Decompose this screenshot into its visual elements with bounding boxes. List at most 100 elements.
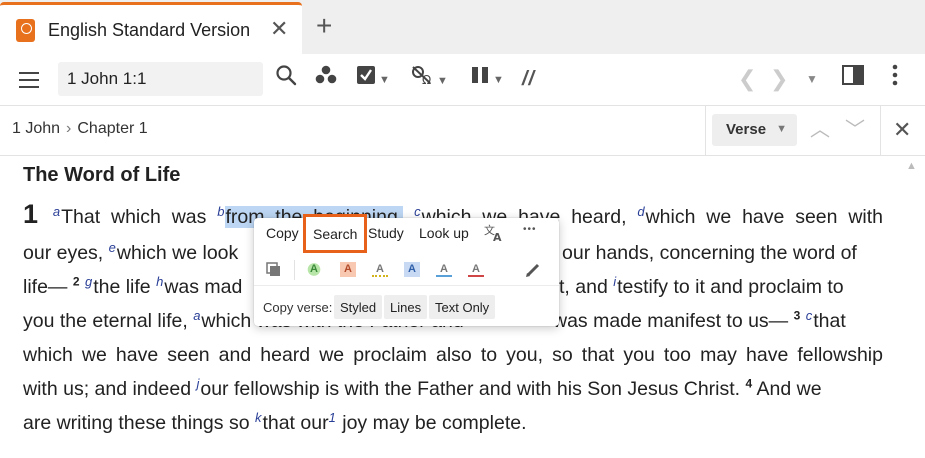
verse-text: joy may be complete. [336, 412, 527, 434]
verse-text: was mad [164, 276, 243, 298]
chevron-down-icon: ▼ [776, 123, 787, 135]
previous-verse-icon[interactable]: ︿ [810, 116, 830, 144]
svg-text:Ω: Ω [422, 73, 431, 86]
footnote-marker[interactable]: a [193, 308, 200, 323]
study-button[interactable]: Study [368, 225, 404, 241]
footnote-marker[interactable]: a [53, 204, 60, 219]
search-button[interactable]: Search [303, 214, 367, 253]
verse-number: 2 [72, 274, 80, 289]
underline-blue-icon[interactable]: A [436, 262, 452, 277]
interlinear-icon[interactable]: Ω ▼ [410, 64, 448, 94]
verse-text: that our [262, 412, 329, 434]
verse-text: our eyes, [23, 242, 109, 264]
menu-icon[interactable] [19, 72, 39, 88]
footnote-marker[interactable]: c [806, 308, 813, 323]
footnote-marker[interactable]: h [156, 274, 163, 289]
tab-title: English Standard Version [48, 20, 251, 40]
verse-text: was made manifest to us— [553, 310, 794, 332]
section-heading: The Word of Life [23, 164, 181, 186]
tab-strip: English Standard Version ✕ + [0, 0, 925, 54]
copy-button[interactable]: Copy [266, 225, 299, 241]
footnote-marker[interactable]: 1 [329, 410, 336, 425]
forward-arrow-icon[interactable]: ❯ [770, 64, 788, 94]
toolbar: ▼ Ω▼ ▼ // ❮ ❯ ▼ [0, 54, 925, 106]
text-line: are writing these things so kthat our1 j… [23, 408, 883, 438]
verse-text: are writing these things so [23, 412, 255, 434]
search-icon[interactable] [275, 64, 297, 94]
text-line: which we have seen and heard we proclaim… [23, 340, 883, 370]
breadcrumb-separator: › [66, 120, 72, 137]
verse-number: 3 [793, 308, 801, 323]
verse-dropdown[interactable]: Verse ▼ [712, 114, 797, 146]
verse-dropdown-label: Verse [726, 121, 767, 138]
breadcrumb-book[interactable]: 1 John [12, 120, 60, 137]
verse-text: you the eternal life, [23, 310, 194, 332]
verse-text: testify to it and proclaim to [617, 276, 844, 298]
location-bar: 1 John › Chapter 1 Verse ▼ ︿ ﹀ ✕ [0, 106, 925, 156]
verse-text: our fellowship is with the Father and wi… [200, 378, 746, 400]
related-resources-icon[interactable] [314, 64, 338, 94]
close-panel-icon[interactable]: ✕ [893, 117, 911, 143]
reference-input[interactable] [58, 62, 263, 96]
divider [880, 106, 881, 156]
esv-logo-icon [16, 19, 35, 42]
scroll-up-icon[interactable]: ▲ [906, 160, 917, 172]
verse-text: our hands, concerning the word of [562, 242, 857, 264]
copy-verse-label: Copy verse: [263, 300, 333, 315]
tab-english-standard-version[interactable]: English Standard Version ✕ [0, 2, 302, 54]
breadcrumb-chapter[interactable]: Chapter 1 [77, 120, 147, 137]
svg-text:A: A [493, 231, 502, 242]
footnote-marker[interactable]: i [613, 274, 616, 289]
footnote-marker[interactable]: e [109, 240, 116, 255]
breadcrumb: 1 John › Chapter 1 [12, 120, 148, 138]
copy-icon[interactable] [266, 262, 282, 277]
back-arrow-icon[interactable]: ❮ [738, 64, 756, 94]
highlight-tools: A A A A A A [254, 254, 559, 286]
verse-text: That which was [61, 206, 218, 228]
panel-layout-icon[interactable] [842, 64, 864, 94]
footnote-marker[interactable]: d [637, 204, 644, 219]
highlight-blue-icon[interactable]: A [404, 262, 420, 277]
copy-lines-button[interactable]: Lines [384, 295, 428, 319]
lookup-button[interactable]: Look up [419, 225, 469, 241]
copy-styled-button[interactable]: Styled [334, 295, 383, 319]
verse-text: the life [93, 276, 157, 298]
copy-verse-row: Copy verse: Styled Lines Text Only [254, 290, 559, 324]
more-options-icon[interactable] [890, 64, 900, 94]
chevron-down-icon: ▼ [493, 73, 504, 86]
tab-close-icon[interactable]: ✕ [270, 18, 288, 40]
footnote-marker[interactable]: c [414, 204, 421, 219]
parallel-resources-icon[interactable]: // [522, 64, 535, 94]
verse-text: t, and [559, 276, 614, 298]
verse-text-tail: was made manifest to us— 3 cthat [553, 306, 846, 336]
divider [294, 260, 295, 280]
verse-text: which we look [116, 242, 239, 264]
translate-icon[interactable]: 文A [484, 222, 504, 245]
highlight-green-icon[interactable]: A [306, 262, 322, 277]
verse-text-tail: t, and itestify to it and proclaim to [559, 272, 844, 302]
footnote-marker[interactable]: j [196, 376, 199, 391]
visual-filters-icon[interactable]: ▼ [356, 64, 390, 94]
highlight-orange-icon[interactable]: A [340, 262, 356, 277]
more-icon[interactable]: ••• [523, 224, 537, 235]
chevron-down-icon: ▼ [379, 73, 390, 86]
footnote-marker[interactable]: g [85, 274, 92, 289]
verse-text: with us; and indeed [23, 378, 197, 400]
popup-actions: Copy Search Study Look up 文A ••• [254, 214, 559, 253]
add-tab-button[interactable]: + [316, 12, 332, 40]
verse-text: life— [23, 276, 73, 298]
verse-text: that [813, 310, 846, 332]
next-verse-icon[interactable]: ﹀ [845, 116, 865, 144]
footnote-marker[interactable]: k [255, 410, 262, 425]
selection-popup: Copy Search Study Look up 文A ••• A A A A… [254, 214, 559, 326]
divider [705, 106, 706, 156]
columns-icon[interactable]: ▼ [470, 64, 504, 94]
underline-red-icon[interactable]: A [468, 262, 484, 277]
footnote-marker[interactable]: b [217, 204, 224, 219]
underline-squiggle-icon[interactable]: A [372, 262, 388, 277]
history-dropdown-icon[interactable]: ▼ [806, 64, 818, 94]
text-line: with us; and indeed jour fellowship is w… [23, 374, 883, 404]
verse-text: which we have seen with [645, 206, 884, 228]
copy-text-only-button[interactable]: Text Only [429, 295, 496, 319]
pen-icon[interactable] [525, 262, 541, 277]
